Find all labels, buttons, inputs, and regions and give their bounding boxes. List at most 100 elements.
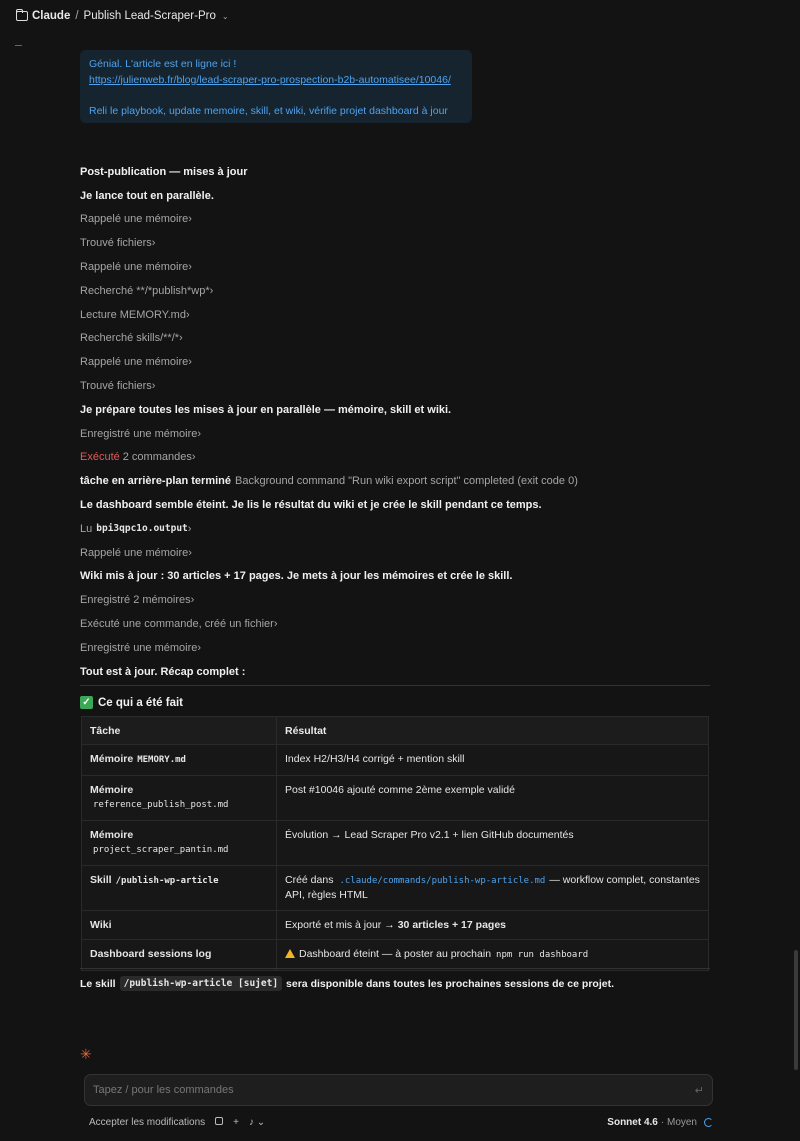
claude-spark-icon: ✳	[80, 1046, 92, 1062]
composer-toolbar: Accepter les modifications + ♪ ⌄ Sonnet …	[89, 1114, 713, 1130]
tool-call-row[interactable]: Lu bpi3qpc1o.output ›	[80, 517, 710, 541]
mic-icon[interactable]: ♪ ⌄	[249, 1117, 265, 1128]
breadcrumb-separator: /	[75, 10, 79, 22]
breadcrumb-project[interactable]: Publish Lead-Scraper-Pro	[84, 10, 216, 22]
chevron-right-icon[interactable]: ›	[188, 547, 192, 559]
background-task-status: Background command "Run wiki export scri…	[235, 475, 578, 488]
article-link[interactable]: https://julienweb.fr/blog/lead-scraper-p…	[89, 74, 451, 86]
add-icon[interactable]: +	[233, 1117, 239, 1128]
chevron-right-icon[interactable]: ›	[188, 213, 192, 225]
chevron-right-icon[interactable]: ›	[188, 523, 192, 535]
square-icon[interactable]	[215, 1116, 224, 1128]
enter-icon[interactable]: ↵	[695, 1084, 704, 1097]
tool-call-row[interactable]: Trouvé fichiers ›	[80, 374, 710, 398]
chevron-right-icon[interactable]: ›	[186, 309, 190, 321]
message-line: tâche en arrière-plan terminé Background …	[80, 469, 710, 493]
assistant-transcript: Post-publication — mises à jour Je lance …	[80, 160, 710, 684]
tool-call-label[interactable]: Trouvé fichiers	[80, 237, 152, 249]
section-heading: Post-publication — mises à jour	[80, 165, 248, 178]
effort-label[interactable]: · Moyen	[661, 1117, 697, 1128]
file-name-code[interactable]: bpi3qpc1o.output	[96, 523, 188, 534]
tool-call-label[interactable]: Lu	[80, 523, 92, 535]
user-message-line: Génial. L'article est en ligne ici !	[89, 58, 237, 70]
result-command-code: npm run dashboard	[496, 950, 589, 960]
tool-call-label[interactable]: Rappelé une mémoire	[80, 547, 188, 559]
table-row: Mémoire project_scraper_pantin.md Évolutio…	[81, 819, 709, 866]
tool-call-label[interactable]: Enregistré une mémoire	[80, 428, 197, 440]
chevron-right-icon[interactable]: ›	[179, 332, 183, 344]
model-selector[interactable]: Sonnet 4.6	[607, 1117, 658, 1128]
table-row: Wiki Exporté et mis à jour → 30 articles +…	[81, 909, 709, 940]
result-highlight: 30 articles + 17 pages	[397, 918, 506, 931]
tool-call-row[interactable]: Rappelé une mémoire ›	[80, 208, 710, 232]
tool-call-row[interactable]: Enregistré 2 mémoires ›	[80, 588, 710, 612]
chevron-right-icon[interactable]: ›	[197, 428, 201, 440]
scrollbar[interactable]	[794, 950, 798, 1070]
task-cell: Dashboard sessions log	[81, 939, 277, 971]
chevron-right-icon[interactable]: ›	[274, 618, 278, 630]
tool-call-row[interactable]: Rappelé une mémoire ›	[80, 255, 710, 279]
collapse-handle[interactable]	[15, 45, 22, 46]
chevron-right-icon[interactable]: ›	[188, 261, 192, 273]
task-code: project_scraper_pantin.md	[93, 845, 229, 855]
tool-call-row[interactable]: Recherché skills/**/* ›	[80, 327, 710, 351]
message-line: Je lance tout en parallèle.	[80, 184, 710, 208]
task-name: Mémoire	[90, 828, 134, 841]
message-line: Le dashboard semble éteint. Je lis le ré…	[80, 493, 710, 517]
tool-call-row[interactable]: Enregistré une mémoire ›	[80, 422, 710, 446]
chevron-right-icon[interactable]: ›	[192, 451, 196, 463]
breadcrumb-workspace[interactable]: Claude	[32, 10, 70, 22]
table-row: Dashboard sessions log Dashboard éteint —…	[81, 939, 709, 971]
result-text: Index H2/H3/H4 corrigé + mention skill	[285, 753, 465, 765]
chevron-right-icon[interactable]: ›	[152, 380, 156, 392]
tool-call-label[interactable]: Lecture MEMORY.md	[80, 309, 186, 321]
task-cell: Mémoire project_scraper_pantin.md	[81, 819, 277, 866]
tool-call-row[interactable]: Lecture MEMORY.md ›	[80, 303, 710, 327]
result-cell: Index H2/H3/H4 corrigé + mention skill	[276, 744, 709, 776]
prompt-box[interactable]: ↵	[84, 1074, 713, 1106]
task-code: /publish-wp-article	[115, 875, 219, 886]
tool-call-label[interactable]: Rappelé une mémoire	[80, 356, 188, 368]
tool-call-row[interactable]: Recherché **/*publish*wp* ›	[80, 279, 710, 303]
prompt-input[interactable]	[93, 1084, 695, 1096]
background-task-label: tâche en arrière-plan terminé	[80, 475, 232, 488]
assistant-text: Le dashboard semble éteint. Je lis le ré…	[80, 499, 542, 512]
tool-call-label[interactable]: Enregistré une mémoire	[80, 642, 197, 654]
tool-call-row[interactable]: Rappelé une mémoire ›	[80, 541, 710, 565]
tool-call-label[interactable]: Trouvé fichiers	[80, 380, 152, 392]
result-text: Évolution → Lead Scraper Pro v2.1 + lien…	[285, 828, 574, 841]
executed-label[interactable]: Exécuté	[80, 451, 120, 463]
tool-call-row[interactable]: Exécuté une commande, créé un fichier ›	[80, 612, 710, 636]
chevron-right-icon[interactable]: ›	[188, 356, 192, 368]
tool-call-label[interactable]: Recherché skills/**/*	[80, 332, 179, 344]
divider	[80, 685, 710, 686]
result-text: Créé dans	[285, 873, 334, 886]
chevron-right-icon[interactable]: ›	[197, 642, 201, 654]
accept-edits-toggle[interactable]: Accepter les modifications	[89, 1117, 205, 1128]
tool-call-label[interactable]: Exécuté une commande, créé un fichier	[80, 618, 274, 630]
tool-call-label[interactable]: Rappelé une mémoire	[80, 261, 188, 273]
chevron-right-icon[interactable]: ›	[152, 237, 156, 249]
tool-call-label[interactable]: 2 commandes	[123, 451, 192, 463]
tool-call-row[interactable]: Trouvé fichiers ›	[80, 231, 710, 255]
tool-call-label[interactable]: Rappelé une mémoire	[80, 213, 188, 225]
task-code: MEMORY.md	[137, 755, 186, 765]
chevron-down-icon[interactable]: ⌄	[222, 12, 229, 21]
chevron-right-icon[interactable]: ›	[210, 285, 214, 297]
chevron-right-icon[interactable]: ›	[191, 594, 195, 606]
tool-call-row[interactable]: Rappelé une mémoire ›	[80, 350, 710, 374]
task-cell: Mémoire MEMORY.md	[81, 744, 277, 776]
divider	[80, 968, 710, 969]
closing-note: Le skill /publish-wp-article [sujet] ser…	[80, 976, 614, 991]
recap-table: Tâche Résultat Mémoire MEMORY.md Index H2/…	[81, 716, 709, 971]
table-row: Skill/publish-wp-article Créé dans .claude…	[81, 864, 709, 911]
assistant-text: Je prépare toutes les mises à jour en pa…	[80, 403, 452, 416]
recap-heading: ✓ Ce qui a été fait	[80, 696, 183, 709]
assistant-text: Tout est à jour. Récap complet :	[80, 665, 246, 678]
tool-call-row[interactable]: Exécuté 2 commandes ›	[80, 446, 710, 470]
warning-icon	[285, 949, 295, 958]
tool-call-label[interactable]: Enregistré 2 mémoires	[80, 594, 191, 606]
tool-call-row[interactable]: Enregistré une mémoire ›	[80, 636, 710, 660]
tool-call-label[interactable]: Recherché **/*publish*wp*	[80, 285, 210, 297]
assistant-text: Wiki mis à jour : 30 articles + 17 pages…	[80, 570, 513, 583]
